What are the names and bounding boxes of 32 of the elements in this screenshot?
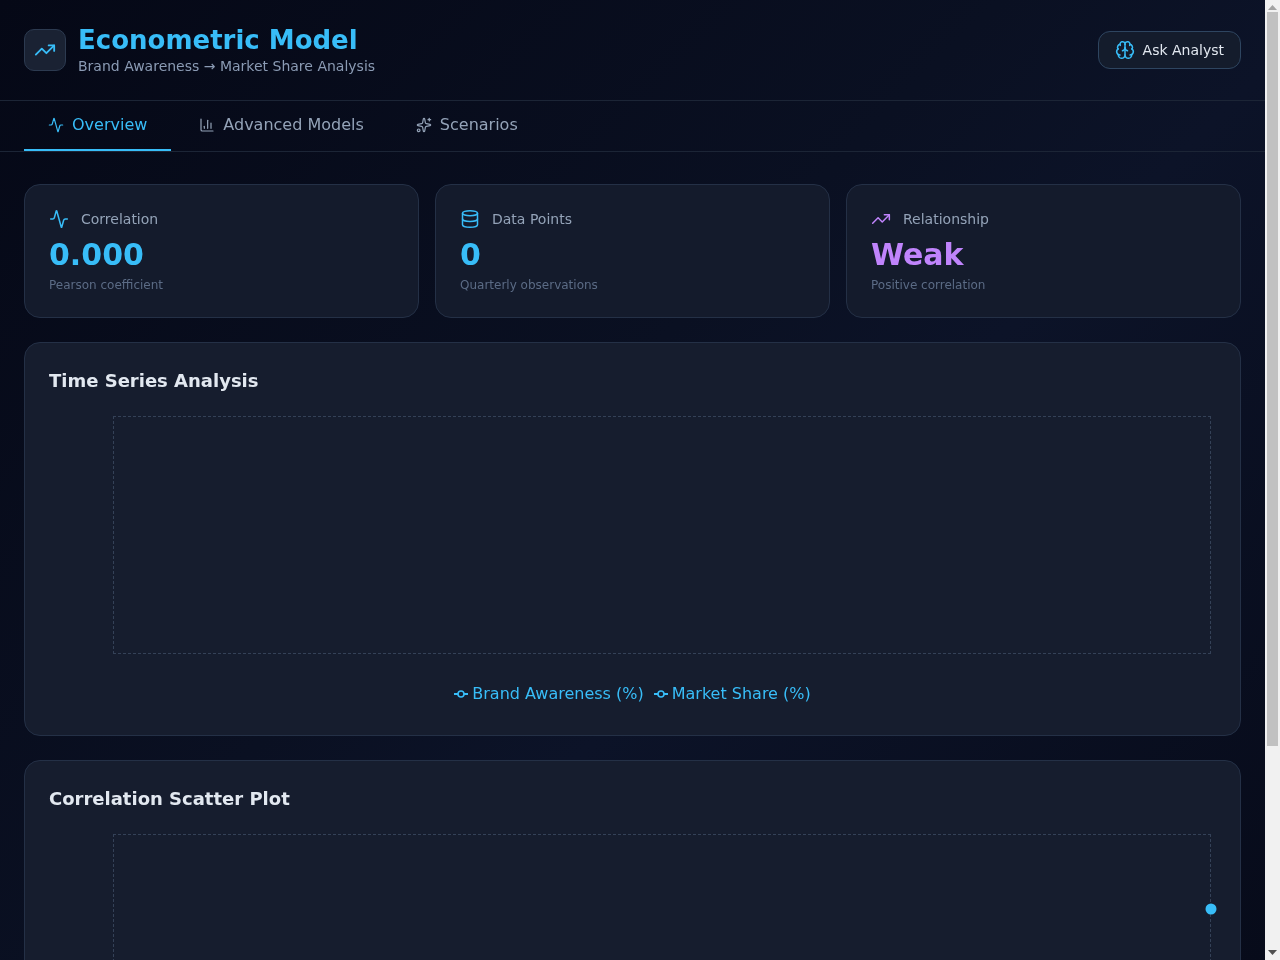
tab[interactable]: Advanced Models [175,101,388,151]
app-title: Econometric Model [78,24,359,56]
legend-label: Brand Awareness (%) [472,683,644,705]
chart-title: Time Series Analysis [49,369,260,393]
legend-line-icon [653,690,668,698]
tab[interactable]: Scenarios [391,101,542,151]
scrollbar[interactable] [1265,0,1280,960]
legend-line-icon [454,690,469,698]
stat-value: 0 [460,237,481,273]
bar-chart-icon [199,117,216,133]
caret-up-icon [1268,5,1277,10]
database-icon [460,209,480,229]
stat-value: 0.000 [49,237,144,273]
app-subtitle: Brand Awareness → Market Share Analysis [78,57,376,76]
ask-analyst-button[interactable]: Ask Analyst [1097,31,1241,69]
pulse-icon [49,209,69,229]
chart-title: Correlation Scatter Plot [49,787,291,811]
stat-label: Data Points [492,210,572,229]
scatter-dot-icon [1205,903,1217,915]
scrollbar-thumb[interactable] [1267,12,1278,746]
caret-down-icon [1268,950,1277,955]
tab[interactable]: Overview [24,101,172,151]
legend-label: Market Share (%) [671,683,811,705]
pulse-icon [48,117,64,133]
brain-icon [1114,40,1135,60]
stat-caption: Quarterly observations [460,277,598,293]
stat-label: Relationship [903,210,989,229]
sparkles-icon [415,117,432,133]
stat-label: Correlation [81,210,159,229]
stat-caption: Positive correlation [871,277,986,293]
stat-value: Weak [871,237,964,273]
stat-caption: Pearson coefficient [49,277,164,293]
